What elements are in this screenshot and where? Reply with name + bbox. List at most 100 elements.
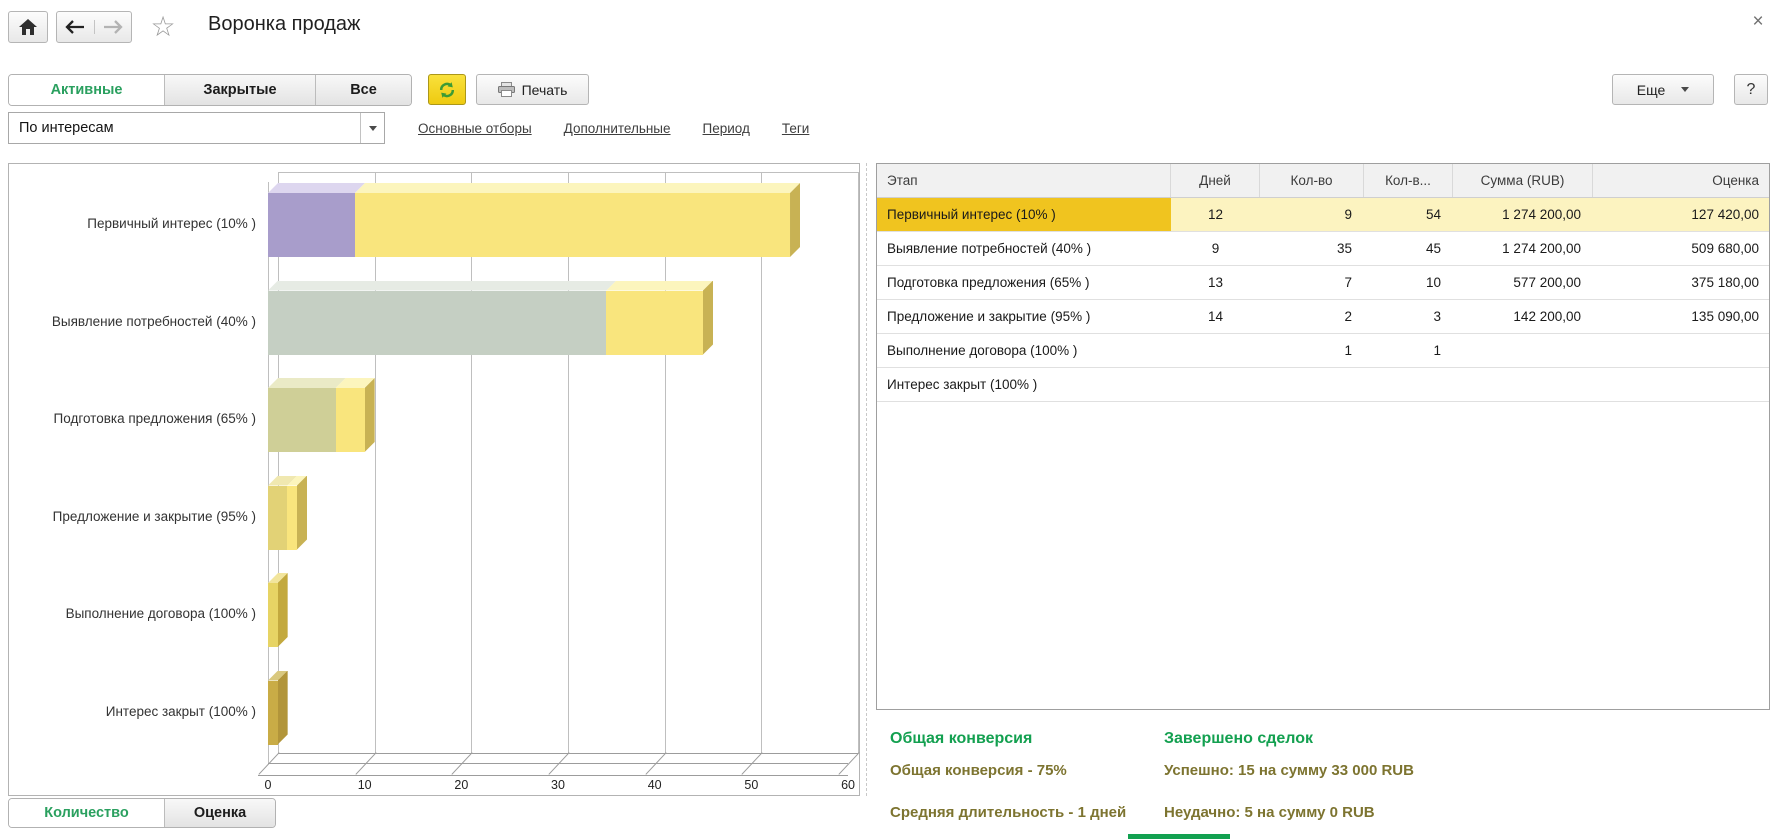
chart-bar-segment[interactable]	[268, 681, 278, 745]
chart-bar-segment[interactable]	[268, 193, 355, 257]
chart-bar-side-face	[703, 281, 713, 355]
filter-link-additional[interactable]: Дополнительные	[564, 121, 671, 136]
chart-bar-segment[interactable]	[268, 291, 606, 355]
summary-closed-header: Завершено сделок	[1164, 730, 1313, 748]
table-cell[interactable]	[1171, 334, 1260, 367]
deal-state-tabs: Активные Закрытые Все	[8, 74, 412, 106]
table-header-cell[interactable]: Оценка	[1593, 164, 1769, 197]
chart-baseline-back	[278, 753, 858, 754]
table-cell[interactable]: 1	[1364, 334, 1453, 367]
table-cell[interactable]	[1260, 368, 1364, 401]
table-cell[interactable]: Подготовка предложения (65% )	[877, 266, 1171, 299]
table-cell[interactable]: 10	[1364, 266, 1453, 299]
table-cell[interactable]	[1453, 368, 1593, 401]
chart-bar-top-face	[606, 281, 713, 291]
toggle-score-button[interactable]: Оценка	[164, 799, 275, 827]
table-cell[interactable]: 142 200,00	[1453, 300, 1593, 333]
chart-category-label: Выявление потребностей (40% )	[9, 314, 256, 329]
table-cell[interactable]: 54	[1364, 198, 1453, 231]
table-row[interactable]: Предложение и закрытие (95% )1423142 200…	[877, 300, 1769, 334]
table-cell[interactable]: Выявление потребностей (40% )	[877, 232, 1171, 265]
table-header-cell[interactable]: Кол-во	[1260, 164, 1364, 197]
table-cell[interactable]	[1171, 368, 1260, 401]
grouping-select[interactable]: По интересам	[8, 112, 385, 144]
table-cell[interactable]: Интерес закрыт (100% )	[877, 368, 1171, 401]
chart-bar-side-face	[278, 573, 288, 647]
chart-bar-top-face	[268, 378, 346, 388]
combo-arrow-button[interactable]	[360, 113, 384, 143]
table-cell[interactable]: 135 090,00	[1593, 300, 1769, 333]
table-cell[interactable]: 509 680,00	[1593, 232, 1769, 265]
table-cell[interactable]: 9	[1171, 232, 1260, 265]
table-cell[interactable]: 3	[1364, 300, 1453, 333]
table-cell[interactable]: 45	[1364, 232, 1453, 265]
table-row[interactable]: Подготовка предложения (65% )13710577 20…	[877, 266, 1769, 300]
table-cell[interactable]: Первичный интерес (10% )	[877, 198, 1171, 231]
chart-bar-segment[interactable]	[336, 388, 365, 452]
table-cell[interactable]	[1364, 368, 1453, 401]
chevron-down-icon	[369, 126, 377, 131]
table-cell[interactable]: 127 420,00	[1593, 198, 1769, 231]
chart-grid-line	[858, 172, 859, 753]
table-cell[interactable]: 14	[1171, 300, 1260, 333]
chart-bar-segment[interactable]	[268, 486, 287, 550]
table-row[interactable]: Выполнение договора (100% ) 11	[877, 334, 1769, 368]
bottom-green-indicator[interactable]	[1128, 834, 1230, 839]
chart-category-label: Первичный интерес (10% )	[9, 216, 256, 231]
home-button[interactable]	[8, 11, 48, 43]
chart-bar-segment[interactable]	[287, 486, 297, 550]
print-button[interactable]: Печать	[476, 74, 589, 105]
tab-closed-deals[interactable]: Закрытые	[164, 75, 315, 105]
panel-splitter[interactable]	[866, 163, 867, 796]
table-cell[interactable]	[1593, 368, 1769, 401]
table-cell[interactable]: 35	[1260, 232, 1364, 265]
table-cell[interactable]: 2	[1260, 300, 1364, 333]
table-cell[interactable]: 9	[1260, 198, 1364, 231]
tab-active-deals[interactable]: Активные	[9, 75, 164, 105]
summary-conversion-header: Общая конверсия	[890, 730, 1032, 748]
close-icon[interactable]: ×	[1746, 10, 1770, 34]
more-button[interactable]: Еще	[1612, 74, 1714, 105]
print-label: Печать	[522, 82, 568, 98]
table-cell[interactable]: 7	[1260, 266, 1364, 299]
chart-category-label: Предложение и закрытие (95% )	[9, 509, 256, 524]
table-cell[interactable]: Выполнение договора (100% )	[877, 334, 1171, 367]
table-header-cell[interactable]: Кол-в...	[1364, 164, 1453, 197]
table-row[interactable]: Выявление потребностей (40% )935451 274 …	[877, 232, 1769, 266]
help-button[interactable]: ?	[1734, 74, 1768, 105]
table-cell[interactable]: 13	[1171, 266, 1260, 299]
back-button[interactable]	[57, 20, 94, 34]
table-row[interactable]: Интерес закрыт (100% )	[877, 368, 1769, 402]
table-cell[interactable]	[1593, 334, 1769, 367]
chart-bar-segment[interactable]	[606, 291, 703, 355]
tab-all-deals[interactable]: Все	[315, 75, 411, 105]
toggle-quantity-button[interactable]: Количество	[9, 799, 164, 827]
summary-failed-value: Неудачно: 5 на сумму 0 RUB	[1164, 804, 1375, 821]
favorite-star-icon[interactable]: ☆	[146, 8, 180, 44]
refresh-button[interactable]	[428, 74, 466, 105]
table-cell[interactable]: 1	[1260, 334, 1364, 367]
table-cell[interactable]: 577 200,00	[1453, 266, 1593, 299]
chart-bar-segment[interactable]	[268, 583, 278, 647]
table-header-cell[interactable]: Дней	[1171, 164, 1260, 197]
forward-button[interactable]	[94, 20, 132, 34]
chart-axis-tick-label: 0	[251, 778, 285, 792]
chart-bar-segment[interactable]	[268, 388, 336, 452]
chart-grid-line	[278, 172, 279, 753]
table-cell[interactable]: 1 274 200,00	[1453, 198, 1593, 231]
table-header-cell[interactable]: Сумма (RUB)	[1453, 164, 1593, 197]
table-cell[interactable]: 1 274 200,00	[1453, 232, 1593, 265]
table-cell[interactable]: 375 180,00	[1593, 266, 1769, 299]
filter-link-period[interactable]: Период	[703, 121, 750, 136]
filter-links: Основные отборы Дополнительные Период Те…	[418, 112, 809, 144]
table-cell[interactable]: 12	[1171, 198, 1260, 231]
table-header-cell[interactable]: Этап	[877, 164, 1171, 197]
filter-link-main-selections[interactable]: Основные отборы	[418, 121, 532, 136]
table-cell[interactable]: Предложение и закрытие (95% )	[877, 300, 1171, 333]
chart-grid-line	[375, 172, 376, 753]
chart-view-toggle: Количество Оценка	[8, 798, 276, 828]
table-row[interactable]: Первичный интерес (10% )129541 274 200,0…	[877, 198, 1769, 232]
table-cell[interactable]	[1453, 334, 1593, 367]
chart-bar-segment[interactable]	[355, 193, 790, 257]
filter-link-tags[interactable]: Теги	[782, 121, 809, 136]
